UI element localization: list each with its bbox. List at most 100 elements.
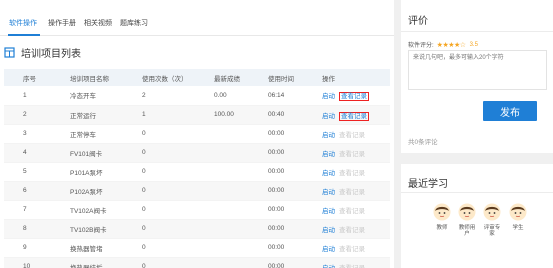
cell-no: 1 (4, 86, 51, 106)
recent-user[interactable]: 教师 (433, 203, 451, 231)
cell-score: 100.00 (195, 105, 249, 125)
cell-time: 00:00 (249, 143, 303, 163)
active-tab-indicator (8, 34, 40, 36)
start-link[interactable]: 启动 (322, 113, 335, 120)
recent-user-name: 评审专家 (483, 225, 501, 237)
rating-value: 3.5 (469, 41, 478, 48)
cell-score (195, 143, 249, 163)
cell-name: 冷态开车 (51, 86, 123, 106)
tab-software-operation[interactable]: 软件操作 (9, 18, 37, 28)
cell-action: 启动 查看记录 (303, 143, 390, 163)
recent-title: 最近学习 (408, 179, 448, 190)
star-rating-icon[interactable]: ★★★★☆ (437, 41, 466, 49)
view-record-link: 查看记录 (339, 131, 365, 139)
recent-learning-panel: 最近学习 教师 教师用户 评审专家 学生 (401, 164, 553, 268)
cell-no: 7 (4, 200, 51, 220)
table-row: 8 TV102B阀卡 0 00:00 启动 查看记录 (4, 219, 390, 239)
tab-related-videos[interactable]: 相关视频 (84, 18, 112, 28)
comment-panel: 评价 软件评分: ★★★★☆ 3.5 共0条评论 (401, 0, 553, 153)
comment-input[interactable] (408, 50, 547, 90)
cell-count: 0 (123, 238, 195, 258)
cell-no: 6 (4, 181, 51, 201)
training-table: 序号 培训项目名称 使用次数（次） 最新成绩 使用时间 操作 1 冷态开车 2 0.0… (4, 69, 390, 268)
main-panel: 软件操作 操作手册 相关视频 题库练习 培训项目列表 序号 培训项目名称 使用次… (0, 0, 394, 268)
cell-score (195, 200, 249, 220)
list-icon (4, 46, 15, 58)
cell-count: 0 (123, 124, 195, 144)
rating-label: 软件评分: (408, 43, 434, 49)
view-record-link: 查看记录 (339, 245, 365, 253)
cell-count: 0 (123, 181, 195, 201)
start-link[interactable]: 启动 (322, 227, 335, 234)
start-link[interactable]: 启动 (322, 246, 335, 253)
recent-user[interactable]: 教师用户 (458, 203, 476, 237)
tab-operation-manual[interactable]: 操作手册 (48, 18, 76, 28)
view-record-link[interactable]: 查看记录 (339, 111, 369, 121)
table-row: 1 冷态开车 2 0.00 06:14 启动 查看记录 (4, 86, 390, 106)
table-row: 4 FV101阀卡 0 00:00 启动 查看记录 (4, 143, 390, 163)
cell-no: 5 (4, 162, 51, 182)
cell-score (195, 238, 249, 258)
cell-action: 启动 查看记录 (303, 257, 390, 268)
recent-user-name: 学生 (512, 225, 524, 231)
cell-score (195, 124, 249, 144)
table-row: 5 P101A泵坏 0 00:00 启动 查看记录 (4, 162, 390, 182)
cell-name: TV102A阀卡 (51, 200, 123, 220)
avatar-icon (458, 203, 476, 221)
cell-no: 3 (4, 124, 51, 144)
cell-time: 00:00 (249, 257, 303, 268)
avatar-icon (433, 203, 451, 221)
col-header-no: 序号 (4, 69, 51, 86)
cell-no: 4 (4, 143, 51, 163)
start-link[interactable]: 启动 (322, 93, 335, 100)
start-link[interactable]: 启动 (322, 208, 335, 215)
table-row: 7 TV102A阀卡 0 00:00 启动 查看记录 (4, 200, 390, 220)
cell-score (195, 181, 249, 201)
avatar-icon (483, 203, 501, 221)
cell-no: 2 (4, 105, 51, 125)
cell-name: FV101阀卡 (51, 143, 123, 163)
cell-count: 0 (123, 143, 195, 163)
col-header-time: 使用时间 (249, 69, 303, 86)
cell-score (195, 162, 249, 182)
cell-no: 9 (4, 238, 51, 258)
start-link[interactable]: 启动 (322, 189, 335, 196)
cell-action: 启动 查看记录 (303, 200, 390, 220)
cell-count: 0 (123, 257, 195, 268)
avatar-icon (509, 203, 527, 221)
cell-name: P102A泵坏 (51, 181, 123, 201)
start-link[interactable]: 启动 (322, 132, 335, 139)
recent-user[interactable]: 学生 (509, 203, 527, 231)
view-record-link[interactable]: 查看记录 (339, 92, 369, 102)
table-row: 9 换热器管堵 0 00:00 启动 查看记录 (4, 238, 390, 258)
cell-no: 10 (4, 257, 51, 268)
start-link[interactable]: 启动 (322, 170, 335, 177)
cell-score (195, 257, 249, 268)
cell-count: 0 (123, 162, 195, 182)
col-header-name: 培训项目名称 (51, 69, 123, 86)
cell-name: 正常运行 (51, 105, 123, 125)
col-header-count: 使用次数（次） (123, 69, 195, 86)
cell-name: 换热器管堵 (51, 238, 123, 258)
table-header-row: 序号 培训项目名称 使用次数（次） 最新成绩 使用时间 操作 (4, 69, 390, 86)
cell-name: 换热器结垢 (51, 257, 123, 268)
cell-score: 0.00 (195, 86, 249, 106)
cell-count: 0 (123, 200, 195, 220)
section-title-text: 培训项目列表 (21, 48, 81, 60)
cell-action: 启动 查看记录 (303, 238, 390, 258)
recent-user[interactable]: 评审专家 (483, 203, 501, 237)
view-record-link: 查看记录 (339, 188, 365, 196)
recent-user-name: 教师 (436, 225, 448, 231)
table-row: 10 换热器结垢 0 00:00 启动 查看记录 (4, 257, 390, 268)
start-link[interactable]: 启动 (322, 265, 335, 268)
publish-button[interactable]: 发布 (483, 101, 537, 121)
col-header-action: 操作 (303, 69, 390, 86)
view-record-link: 查看记录 (339, 169, 365, 177)
divider (401, 31, 553, 32)
start-link[interactable]: 启动 (322, 151, 335, 158)
cell-action: 启动 查看记录 (303, 86, 390, 106)
cell-name: 正常停车 (51, 124, 123, 144)
cell-no: 8 (4, 219, 51, 239)
tab-question-bank[interactable]: 题库练习 (120, 18, 148, 28)
table-row: 3 正常停车 0 00:00 启动 查看记录 (4, 124, 390, 144)
